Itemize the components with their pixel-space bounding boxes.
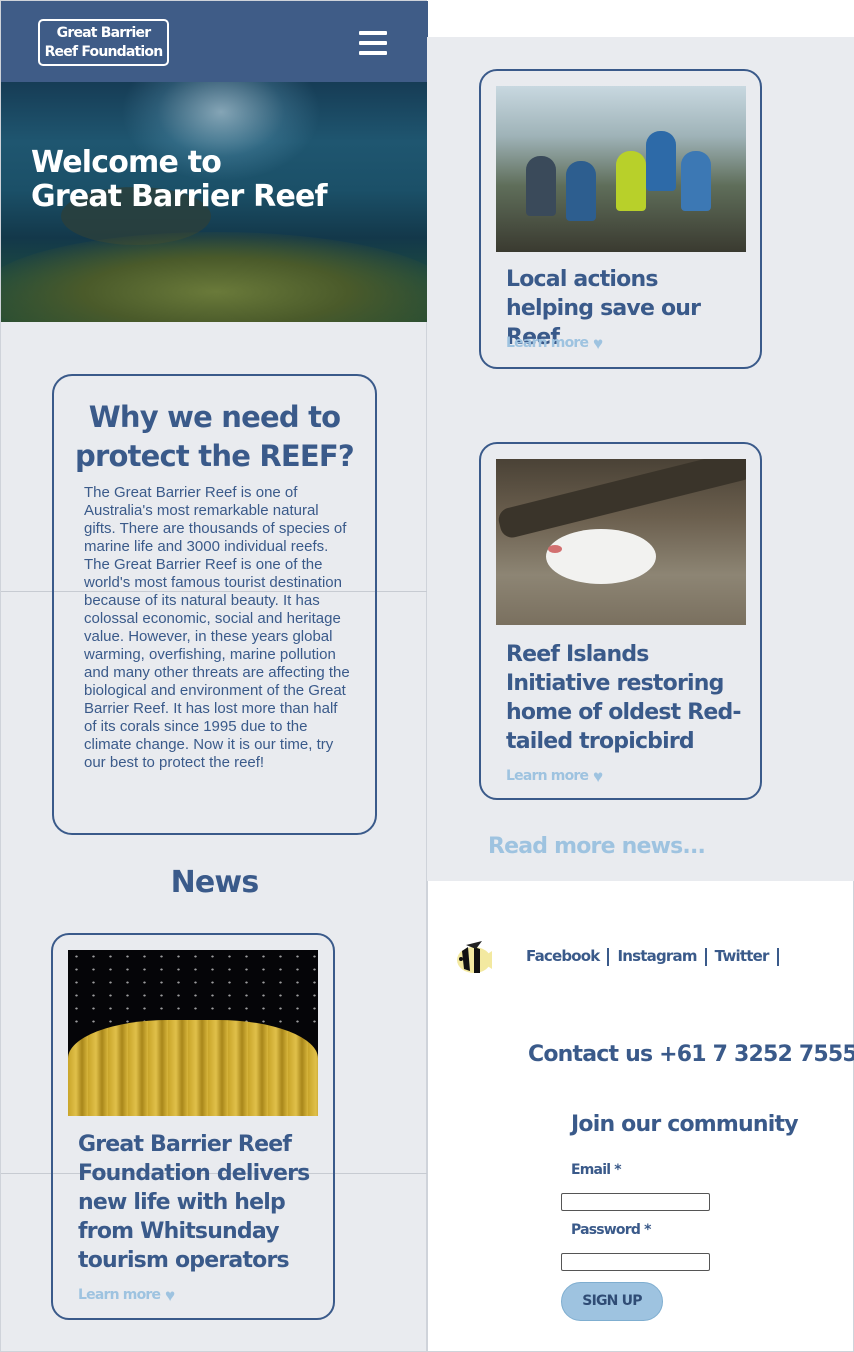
hero-title-line-2: Great Barrier Reef [31, 179, 328, 214]
heart-icon[interactable]: ♥ [593, 335, 609, 352]
hamburger-menu-icon[interactable] [359, 31, 387, 55]
hero-banner: Welcome to Great Barrier Reef [1, 82, 428, 322]
why-protect-card: Why we need to protect the REEF? The Gre… [52, 374, 377, 835]
instagram-link[interactable]: Instagram [617, 947, 697, 965]
reef-floor-image [1, 232, 428, 322]
learn-more-link[interactable]: Learn more [506, 768, 589, 784]
news-card-2: Local actions helping save our Reef Lear… [479, 69, 762, 369]
join-community-heading: Join our community [571, 1112, 799, 1137]
why-heading-line-1: Why we need to [88, 400, 341, 434]
news-card-1: Great Barrier Reef Foundation delivers n… [51, 933, 335, 1320]
news-card-3-title[interactable]: Reef Islands Initiative restoring home o… [506, 640, 746, 756]
logo-line-2: Reef Foundation [44, 44, 164, 60]
password-field[interactable] [561, 1253, 710, 1271]
separator [704, 947, 707, 966]
learn-more-link[interactable]: Learn more [506, 335, 589, 351]
coral-spawning-image[interactable] [68, 950, 318, 1116]
learn-more-link[interactable]: Learn more [78, 1287, 161, 1303]
sign-up-button[interactable]: SIGN UP [561, 1282, 663, 1321]
twitter-link[interactable]: Twitter [715, 947, 770, 965]
read-more-news-link[interactable]: Read more news... [488, 834, 706, 859]
separator [607, 947, 610, 966]
why-protect-body: The Great Barrier Reef is one of Austral… [84, 484, 350, 771]
hero-title: Welcome to Great Barrier Reef [31, 145, 328, 214]
news-card-1-title[interactable]: Great Barrier Reef Foundation delivers n… [78, 1130, 318, 1275]
hero-title-line-1: Welcome to [31, 145, 222, 180]
logo-line-1: Great Barrier [56, 25, 151, 41]
why-heading-line-2: protect the REEF? [75, 439, 355, 473]
separator [776, 947, 779, 966]
email-field[interactable] [561, 1193, 710, 1211]
heart-icon[interactable]: ♥ [593, 768, 609, 785]
angelfish-icon [457, 941, 492, 973]
contact-phone[interactable]: Contact us +61 7 3252 7555 [528, 1042, 854, 1067]
volunteers-image[interactable] [496, 86, 746, 252]
heart-icon[interactable]: ♥ [165, 1287, 181, 1304]
password-label: Password * [571, 1222, 651, 1238]
email-label: Email * [571, 1162, 622, 1178]
tropicbird-image[interactable] [496, 459, 746, 625]
news-heading: News [170, 865, 260, 900]
site-logo[interactable]: Great Barrier Reef Foundation [38, 19, 169, 66]
why-protect-heading: Why we need to protect the REEF? [54, 398, 375, 476]
site-header: Great Barrier Reef Foundation [1, 1, 428, 82]
facebook-link[interactable]: Facebook [526, 947, 600, 965]
social-links: Facebook Instagram Twitter [526, 947, 787, 966]
news-card-3: Reef Islands Initiative restoring home o… [479, 442, 762, 800]
